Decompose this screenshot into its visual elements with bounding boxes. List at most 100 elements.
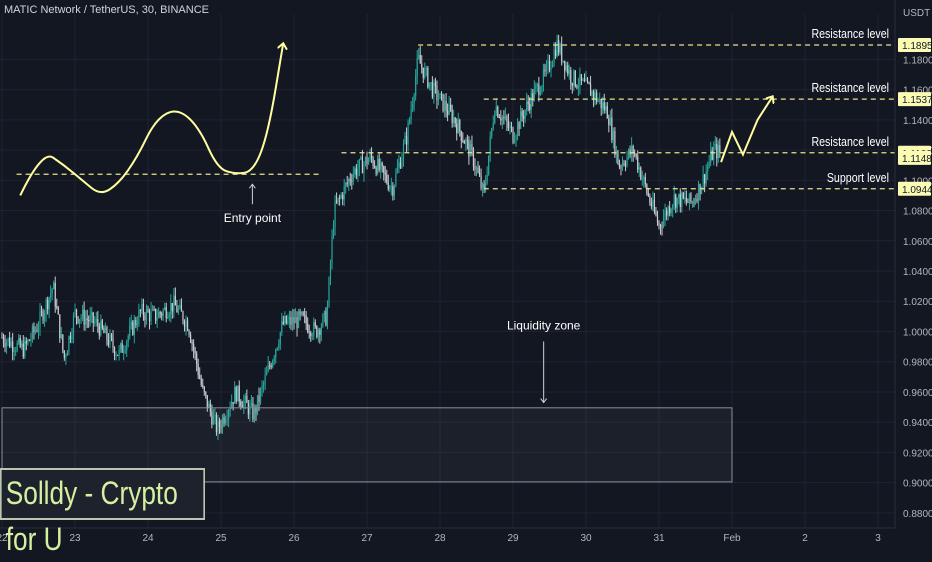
candle-body (384, 172, 386, 175)
candle-body (589, 84, 592, 96)
candle-body (506, 116, 508, 123)
candle-body (258, 395, 260, 402)
candle-body (328, 277, 330, 307)
candle-body (580, 74, 583, 81)
candle-body (287, 320, 289, 324)
candle-body (361, 157, 364, 174)
candle-body (571, 83, 573, 86)
candle-body (259, 389, 262, 402)
candle-body (60, 334, 62, 339)
candle-body (465, 139, 467, 144)
candle-body (398, 162, 400, 168)
candle-body (440, 93, 443, 95)
price-tick-label: 0.9800 (903, 358, 932, 369)
candle-body (24, 341, 26, 357)
candle-body (142, 303, 145, 316)
candle-body (355, 168, 357, 176)
candle-body (305, 315, 307, 324)
candle-body (98, 326, 100, 336)
candle-body (685, 197, 687, 202)
candle-body (351, 180, 353, 182)
candle-body (106, 327, 108, 340)
candle-body (463, 141, 465, 144)
candle-body (19, 337, 21, 347)
candle-body (442, 93, 444, 112)
price-label-text: 1.1148 (902, 154, 932, 165)
candle-body (643, 177, 645, 179)
candle-body (621, 162, 624, 168)
candle-body (637, 156, 639, 170)
candle-body (311, 335, 313, 337)
candle-body (523, 116, 525, 119)
candle-body (407, 122, 409, 145)
candle-body (62, 334, 64, 351)
candle-body (697, 183, 700, 202)
candle-body (672, 205, 674, 210)
candle-body (653, 199, 656, 212)
candle-body (275, 349, 277, 358)
candle-body (194, 350, 196, 354)
candle-body (101, 320, 103, 329)
candle-body (57, 307, 59, 315)
candle-body (288, 317, 291, 321)
time-tick-label: 28 (434, 533, 446, 544)
candle-body (162, 309, 164, 316)
candle-body (278, 344, 280, 348)
candle-body (109, 334, 111, 345)
candle-body (559, 44, 561, 53)
candle-body (516, 122, 519, 136)
candle-body (545, 65, 548, 72)
candle-body (558, 40, 560, 53)
time-tick-label: 31 (653, 533, 665, 544)
candle-body (450, 104, 452, 110)
candle-body (12, 341, 14, 352)
candle-body (659, 225, 662, 227)
candle-body (451, 109, 453, 123)
candle-body (459, 120, 461, 132)
candle-body (141, 303, 143, 311)
candle-body (75, 309, 78, 317)
candle-body (714, 143, 716, 147)
candle-body (644, 177, 646, 185)
candle-body (597, 100, 599, 102)
candle-body (129, 325, 131, 337)
candle-body (332, 226, 335, 237)
candle-body (91, 312, 93, 316)
candle-body (337, 197, 339, 203)
candle-body (86, 318, 88, 320)
candle-body (544, 69, 546, 72)
candle-body (71, 334, 73, 340)
candle-body (478, 172, 481, 176)
candle-body (183, 321, 186, 328)
candle-body (267, 364, 269, 372)
candle-body (401, 158, 403, 168)
candle-body (486, 174, 488, 183)
candle-body (364, 157, 367, 164)
time-tick-label: 3 (875, 533, 881, 544)
candle-body (177, 308, 180, 313)
candle-body (570, 70, 572, 84)
candle-body (352, 173, 354, 182)
candle-body (193, 343, 195, 351)
candle-body (439, 93, 441, 99)
candle-body (681, 192, 683, 208)
candle-body (170, 302, 172, 315)
candle-body (466, 139, 468, 141)
candle-body (53, 282, 55, 290)
candle-body (488, 155, 490, 175)
time-tick-label: Feb (723, 533, 741, 544)
candle-body (28, 339, 30, 341)
candle-body (369, 153, 371, 160)
candle-body (367, 159, 370, 165)
candle-body (345, 183, 347, 186)
candle-body (682, 192, 684, 199)
candle-body (325, 311, 327, 326)
price-axis[interactable]: USDT1.18001.16001.14001.12001.10001.0800… (894, 0, 932, 550)
candle-body (13, 351, 15, 352)
candle-body (513, 139, 516, 143)
candle-body (431, 82, 433, 98)
candle-body (684, 197, 686, 199)
candle-body (238, 385, 240, 402)
candle-body (448, 104, 450, 115)
level-label: Support level (827, 170, 889, 185)
